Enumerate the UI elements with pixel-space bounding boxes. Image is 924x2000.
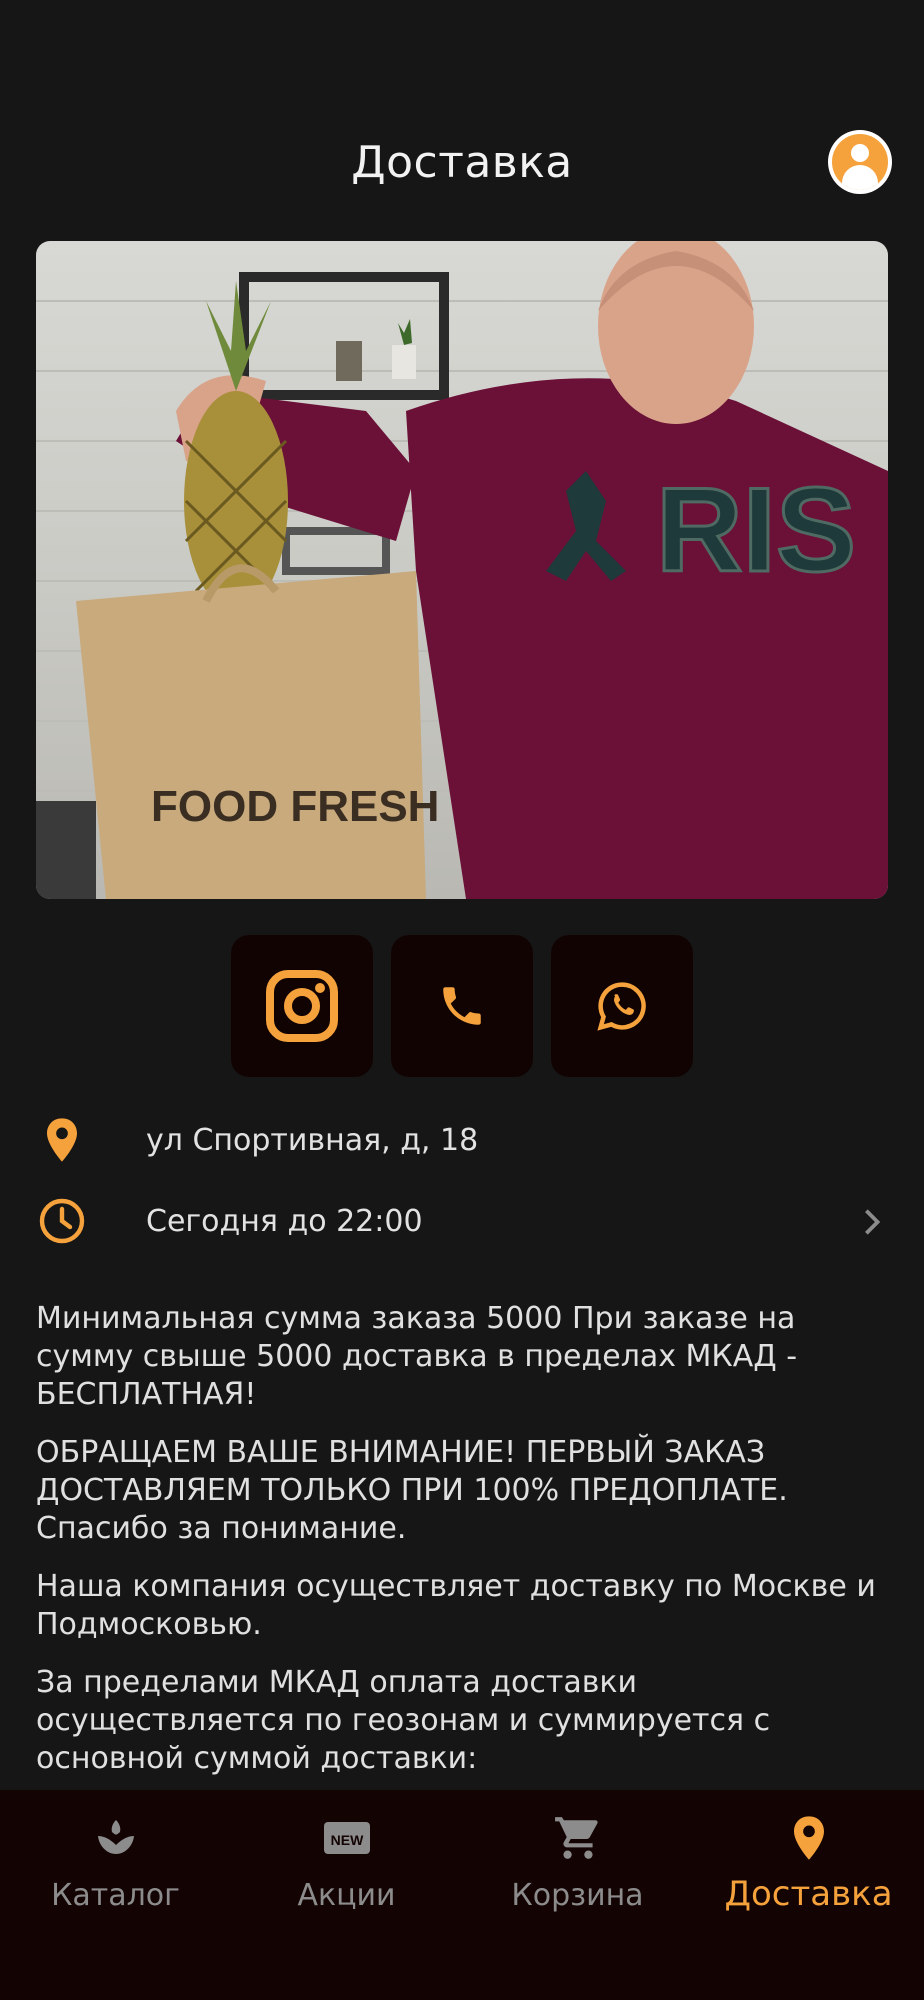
cart-icon — [554, 1817, 598, 1859]
header: Доставка — [0, 120, 924, 204]
tab-promotions[interactable]: NEW Акции — [231, 1790, 462, 1930]
hero-image: RIS FOOD FRESH — [36, 241, 888, 899]
bottom-tab-bar: Каталог NEW Акции Корзина Доставка — [0, 1790, 924, 2000]
chevron-right-icon — [865, 1209, 881, 1235]
user-avatar-icon — [832, 134, 888, 190]
catalog-icon — [97, 1820, 134, 1854]
profile-button[interactable] — [828, 130, 892, 194]
tab-label: Доставка — [724, 1874, 893, 1914]
hours-row[interactable]: Сегодня до 22:00 — [36, 1189, 888, 1253]
whatsapp-icon — [597, 982, 646, 1031]
tab-label: Корзина — [511, 1878, 644, 1913]
address-row[interactable]: ул Спортивная, д, 18 — [36, 1108, 888, 1172]
description-paragraph: Минимальная сумма заказа 5000 При заказе… — [36, 1301, 798, 1412]
description-paragraph: Наша компания осуществляет доставку по М… — [36, 1569, 876, 1642]
phone-icon — [443, 987, 481, 1025]
location-pin-icon — [793, 1816, 824, 1860]
description-paragraph: За пределами МКАД оплата доставки осущес… — [36, 1665, 771, 1776]
svg-text:NEW: NEW — [330, 1832, 363, 1848]
instagram-button[interactable] — [231, 935, 373, 1077]
instagram-icon — [266, 970, 338, 1042]
description-paragraph: ОБРАЩАЕМ ВАШЕ ВНИМАНИЕ! ПЕРВЫЙ ЗАКАЗ ДОС… — [36, 1435, 788, 1546]
tab-delivery[interactable]: Доставка — [693, 1790, 924, 1930]
clock-icon — [39, 1198, 85, 1244]
whatsapp-button[interactable] — [551, 935, 693, 1077]
svg-text:RIS: RIS — [656, 463, 856, 597]
delivery-screen: Доставка RIS FOOD FRESH ул Спортивная, д… — [0, 0, 924, 2000]
delivery-description: Минимальная сумма заказа 5000 При заказе… — [36, 1300, 888, 1798]
bag-brand-text: FOOD FRESH — [151, 782, 439, 831]
tab-label: Каталог — [51, 1878, 180, 1913]
tab-cart[interactable]: Корзина — [462, 1790, 693, 1930]
new-badge-icon: NEW — [323, 1822, 370, 1854]
location-pin-icon — [47, 1118, 77, 1162]
hours-text: Сегодня до 22:00 — [146, 1203, 423, 1239]
contact-buttons — [0, 935, 924, 1077]
page-title: Доставка — [351, 136, 573, 188]
address-text: ул Спортивная, д, 18 — [146, 1122, 479, 1158]
phone-button[interactable] — [391, 935, 533, 1077]
tab-catalog[interactable]: Каталог — [0, 1790, 231, 1930]
tab-label: Акции — [297, 1878, 396, 1913]
